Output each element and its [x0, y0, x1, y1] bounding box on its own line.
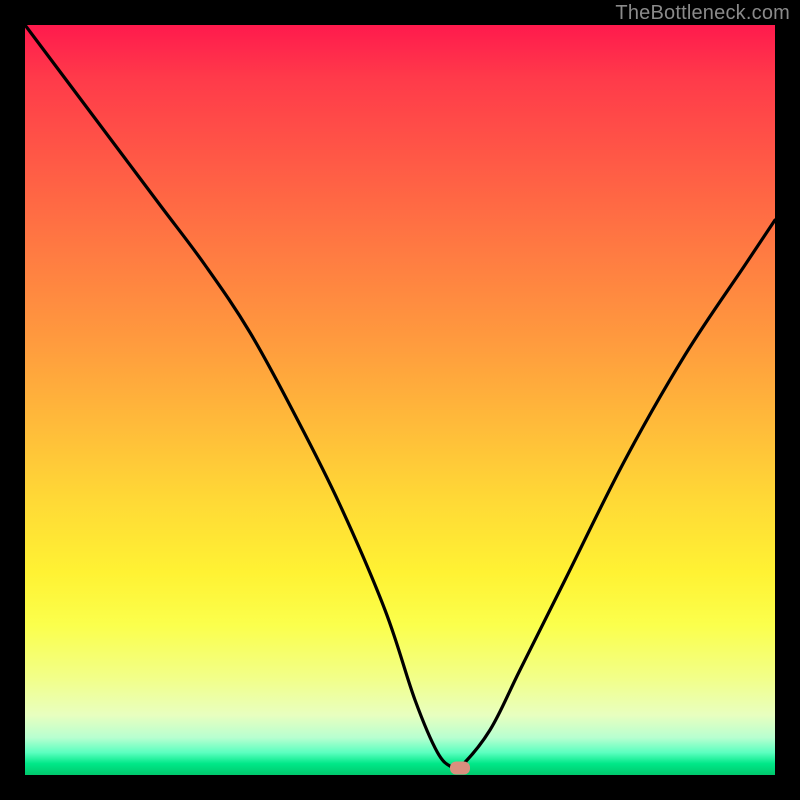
optimal-marker	[450, 761, 470, 774]
watermark-text: TheBottleneck.com	[615, 2, 790, 25]
bottleneck-curve-path	[25, 25, 775, 771]
chart-frame: TheBottleneck.com	[0, 0, 800, 800]
plot-area	[25, 25, 775, 775]
curve-svg	[25, 25, 775, 775]
